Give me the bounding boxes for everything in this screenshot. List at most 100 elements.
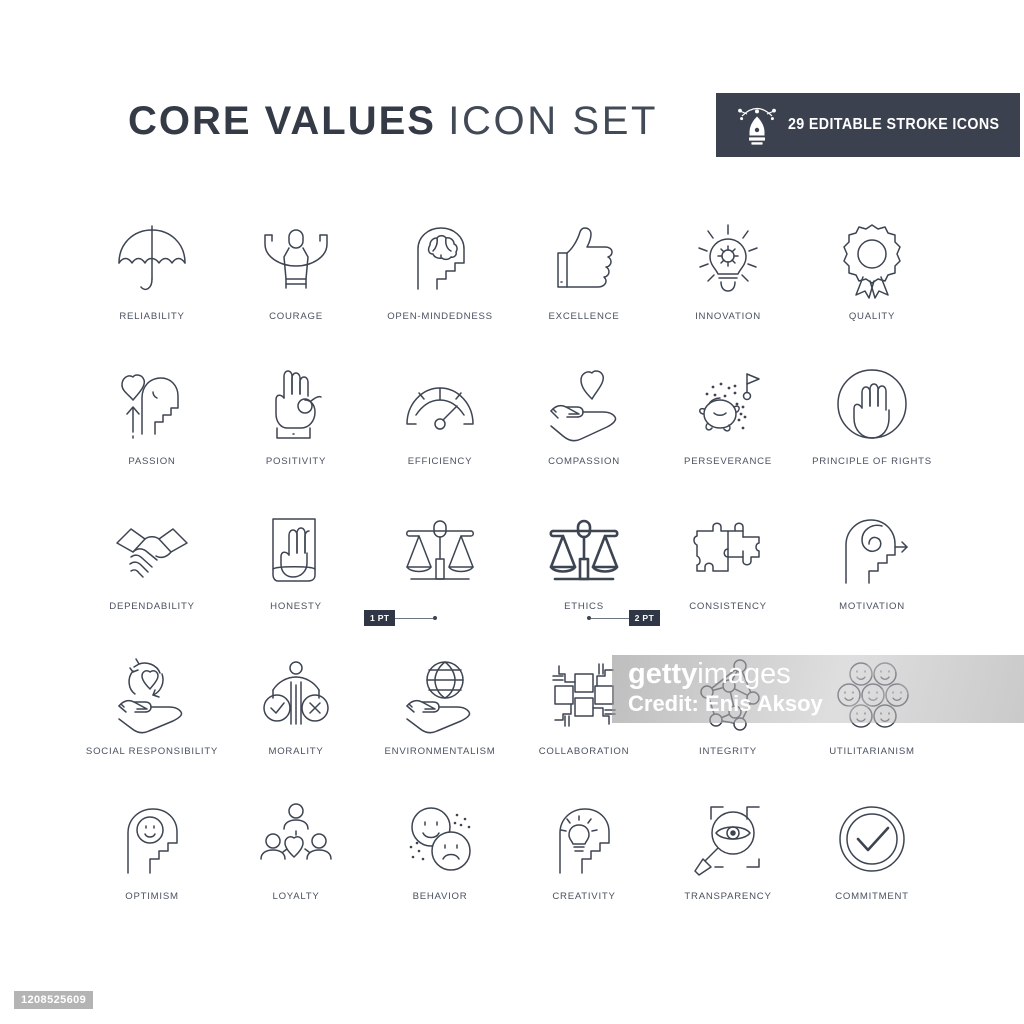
balance-scales-bold-icon	[541, 502, 627, 598]
ok-hand-icon	[253, 357, 339, 453]
icon-label: INTEGRITY	[699, 746, 757, 757]
icon-row: SOCIAL RESPONSIBILITY MORALITY ENVIRONME…	[80, 647, 944, 792]
head-lightbulb-icon	[541, 792, 627, 888]
icon-cell-loyalty[interactable]: LOYALTY	[224, 792, 368, 937]
icon-label: LOYALTY	[272, 891, 320, 902]
icon-label: CONSISTENCY	[689, 601, 767, 612]
watermark-asset-id: 1208525609	[14, 991, 94, 1009]
icon-cell-scales-1pt[interactable]: 1 PT	[364, 502, 512, 647]
icon-label: COMPASSION	[548, 456, 620, 467]
icon-cell-morality[interactable]: MORALITY	[224, 647, 368, 792]
icon-label: CREATIVITY	[552, 891, 616, 902]
icon-cell-motivation[interactable]: MOTIVATION	[800, 502, 944, 647]
icon-cell-utilitarianism[interactable]: UTILITARIANISM	[800, 647, 944, 792]
icon-label: EXCELLENCE	[548, 311, 620, 322]
leader-line	[590, 617, 629, 619]
balance-scales-thin-icon	[397, 502, 483, 598]
umbrella-icon	[109, 212, 195, 308]
icon-label: OPTIMISM	[125, 891, 179, 902]
figure-check-cross-icon	[253, 647, 339, 743]
pen-nib-bezier-icon	[738, 107, 776, 145]
icon-cell-ethics[interactable]: ETHICS 2 PT	[512, 502, 660, 647]
three-people-heart-icon	[253, 792, 339, 888]
icon-cell-creativity[interactable]: CREATIVITY	[512, 792, 656, 937]
icon-cell-commitment[interactable]: COMMITMENT	[800, 792, 944, 937]
icon-cell-behavior[interactable]: BEHAVIOR	[368, 792, 512, 937]
head-spiral-arrow-icon	[829, 502, 915, 598]
icon-cell-perseverance[interactable]: PERSEVERANCE	[656, 357, 800, 502]
gauge-icon	[397, 357, 483, 453]
icon-cell-efficiency[interactable]: EFFICIENCY	[368, 357, 512, 502]
icon-label: UTILITARIANISM	[829, 746, 915, 757]
icon-label: INNOVATION	[695, 311, 761, 322]
icon-label: BEHAVIOR	[412, 891, 468, 902]
icon-label: SOCIAL RESPONSIBILITY	[85, 746, 219, 757]
head-smiley-icon	[109, 792, 195, 888]
icon-cell-consistency[interactable]: CONSISTENCY	[656, 502, 800, 647]
icon-cell-integrity[interactable]: INTEGRITY	[656, 647, 800, 792]
happy-sad-faces-icon	[397, 792, 483, 888]
icon-label: OPEN-MINDEDNESS	[387, 311, 493, 322]
handshake-icon	[109, 502, 195, 598]
hand-on-book-icon	[253, 502, 339, 598]
seven-smileys-icon	[829, 647, 915, 743]
hand-heart-recycle-icon	[109, 647, 195, 743]
check-double-circle-icon	[829, 792, 915, 888]
icon-cell-honesty[interactable]: HONESTY	[224, 502, 368, 647]
icon-row: PASSION POSITIVITY EFFICIENCY COMPASSION…	[80, 357, 944, 502]
icon-label: PASSION	[128, 456, 176, 467]
icon-label: COLLABORATION	[538, 746, 630, 757]
icon-row: DEPENDABILITY HONESTY 1 PT ETHICS 2 PT C…	[80, 502, 944, 647]
icon-cell-open-mindedness[interactable]: OPEN-MINDEDNESS	[368, 212, 512, 357]
icon-label: HONESTY	[270, 601, 322, 612]
icon-cell-excellence[interactable]: EXCELLENCE	[512, 212, 656, 357]
icon-label: PRINCIPLE OF RIGHTS	[812, 456, 932, 467]
icon-label: MORALITY	[268, 746, 324, 757]
icon-cell-social-responsibility[interactable]: SOCIAL RESPONSIBILITY	[80, 647, 224, 792]
icon-row: RELIABILITY COURAGE OPEN-MINDEDNESS EXCE…	[80, 212, 944, 357]
icon-cell-courage[interactable]: COURAGE	[224, 212, 368, 357]
icon-cell-passion[interactable]: PASSION	[80, 357, 224, 502]
turtle-flag-icon	[685, 357, 771, 453]
icon-cell-transparency[interactable]: TRANSPARENCY	[656, 792, 800, 937]
icon-label: DEPENDABILITY	[109, 601, 195, 612]
icon-cell-quality[interactable]: QUALITY	[800, 212, 944, 357]
pt-badge-label: 1 PT	[364, 610, 396, 626]
icon-label: MOTIVATION	[839, 601, 905, 612]
icon-cell-innovation[interactable]: INNOVATION	[656, 212, 800, 357]
icon-label: POSITIVITY	[265, 456, 327, 467]
title-bold: CORE VALUES	[128, 99, 436, 143]
lightbulb-rays-icon	[685, 212, 771, 308]
icon-label: TRANSPARENCY	[684, 891, 772, 902]
icon-grid: RELIABILITY COURAGE OPEN-MINDEDNESS EXCE…	[80, 212, 944, 937]
interlocking-hands-icon	[541, 647, 627, 743]
icon-cell-environmentalism[interactable]: ENVIRONMENTALISM	[368, 647, 512, 792]
icon-cell-reliability[interactable]: RELIABILITY	[80, 212, 224, 357]
hand-globe-icon	[397, 647, 483, 743]
icon-cell-dependability[interactable]: DEPENDABILITY	[80, 502, 224, 647]
stroke-marker-2pt: 2 PT	[586, 610, 660, 626]
raised-hand-circle-icon	[829, 357, 915, 453]
head-brain-icon	[397, 212, 483, 308]
icon-cell-collaboration[interactable]: COLLABORATION	[512, 647, 656, 792]
stroke-marker-1pt: 1 PT	[364, 610, 438, 626]
award-rosette-icon	[829, 212, 915, 308]
network-nodes-icon	[685, 647, 771, 743]
icon-cell-optimism[interactable]: OPTIMISM	[80, 792, 224, 937]
icon-cell-principle-of-rights[interactable]: PRINCIPLE OF RIGHTS	[800, 357, 944, 502]
badge-label: 29 EDITABLE STROKE ICONS	[788, 116, 1000, 133]
title-light: ICON SET	[448, 99, 659, 143]
icon-label: ENVIRONMENTALISM	[384, 746, 496, 757]
icon-label: PERSEVERANCE	[684, 456, 772, 467]
icon-label: COURAGE	[269, 311, 323, 322]
person-arms-raised-icon	[253, 212, 339, 308]
thumbs-up-icon	[541, 212, 627, 308]
icon-cell-compassion[interactable]: COMPASSION	[512, 357, 656, 502]
icon-cell-positivity[interactable]: POSITIVITY	[224, 357, 368, 502]
puzzle-pieces-icon	[685, 502, 771, 598]
head-heart-arrow-icon	[109, 357, 195, 453]
leader-line	[395, 617, 434, 619]
icon-label: RELIABILITY	[119, 311, 185, 322]
header-area: CORE VALUES ICON SET 29 EDITABLE STROKE …	[0, 0, 1024, 185]
magnifier-eye-icon	[685, 792, 771, 888]
